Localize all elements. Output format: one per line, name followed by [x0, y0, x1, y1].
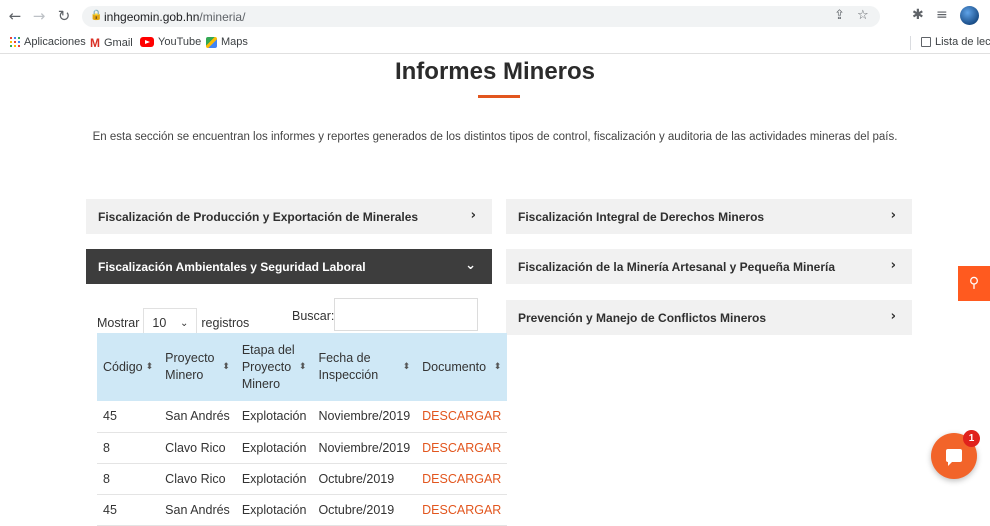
column-header-codigo[interactable]: Código ⬍ — [97, 333, 160, 401]
reading-list[interactable]: Lista de lectu — [921, 36, 990, 48]
sort-icon: ⬍ — [145, 361, 154, 372]
url-text: inhgeomin.gob.hn/mineria/ — [104, 10, 246, 24]
table-row: 8 Clavo Rico Explotación Octubre/2019 DE… — [97, 463, 508, 495]
download-link[interactable]: DESCARGAR — [422, 503, 501, 517]
forward-arrow-icon[interactable]: → — [30, 7, 48, 25]
apps-grid-icon — [10, 37, 20, 47]
search-label: Buscar: — [292, 309, 335, 323]
floating-search-button[interactable]: ⚲ — [958, 266, 990, 301]
bookmark-star-icon[interactable]: ☆ — [857, 8, 869, 23]
sort-icon: ⬍ — [402, 361, 411, 372]
bookmark-apps[interactable]: Aplicaciones — [10, 36, 86, 48]
inspections-table: Código ⬍ Proyecto Minero ⬍ Etapa del Proye… — [97, 333, 508, 526]
profile-avatar[interactable] — [960, 6, 979, 25]
intro-text: En esta sección se encuentran los inform… — [92, 131, 898, 143]
gmail-icon: M — [90, 36, 100, 50]
chevron-right-icon: › — [890, 208, 896, 223]
bookmark-gmail[interactable]: M Gmail — [90, 36, 133, 50]
chevron-down-icon: ⌄ — [465, 258, 476, 273]
download-link[interactable]: DESCARGAR — [422, 409, 501, 423]
column-header-proyecto[interactable]: Proyecto Minero ⬍ — [159, 333, 236, 401]
table-row: 8 Clavo Rico Explotación Noviembre/2019 … — [97, 432, 508, 464]
page-title: Informes Mineros — [394, 58, 596, 85]
accordion-produccion-exportacion[interactable]: Fiscalización de Producción y Exportació… — [86, 199, 492, 234]
bookmark-maps[interactable]: Maps — [206, 36, 248, 48]
chevron-right-icon: › — [470, 208, 476, 223]
accordion-mineria-artesanal[interactable]: Fiscalización de la Minería Artesanal y … — [506, 249, 912, 284]
chevron-down-icon: ⌄ — [179, 317, 189, 329]
media-queue-icon[interactable]: ≡ — [936, 7, 948, 23]
search-icon: ⚲ — [968, 275, 980, 291]
bookmark-youtube[interactable]: YouTube — [140, 36, 201, 48]
chevron-right-icon: › — [890, 258, 896, 273]
back-arrow-icon[interactable]: ← — [6, 7, 24, 25]
table-row: 45 San Andrés Explotación Noviembre/2019… — [97, 401, 508, 433]
column-header-documento[interactable]: Documento ⬍ — [416, 333, 508, 401]
extensions-puzzle-icon[interactable]: ✱ — [912, 7, 924, 23]
sort-icon: ⬍ — [222, 361, 230, 372]
chevron-right-icon: › — [890, 309, 896, 324]
address-bar[interactable]: 🔒 inhgeomin.gob.hn/mineria/ ⇪ ☆ — [82, 6, 880, 27]
reading-list-icon — [921, 37, 931, 47]
sort-icon: ⬍ — [298, 361, 307, 372]
share-icon[interactable]: ⇪ — [834, 8, 845, 23]
table-row: 45 San Andrés Explotación Octubre/2019 D… — [97, 494, 508, 526]
reload-icon[interactable]: ↻ — [55, 7, 73, 25]
accordion-derechos-mineros[interactable]: Fiscalización Integral de Derechos Miner… — [506, 199, 912, 234]
bookmarks-separator — [910, 36, 911, 50]
column-header-fecha[interactable]: Fecha de Inspección ⬍ — [312, 333, 417, 401]
maps-icon — [206, 36, 217, 48]
chat-notification-badge: 1 — [963, 430, 980, 447]
accordion-conflictos-mineros[interactable]: Prevención y Manejo de Conflictos Minero… — [506, 300, 912, 335]
sort-icon: ⬍ — [493, 361, 502, 372]
youtube-icon — [140, 37, 154, 47]
bookmarks-bar: Aplicaciones M Gmail YouTube Maps Lista … — [0, 32, 990, 54]
chat-bubble-icon — [946, 449, 962, 466]
download-link[interactable]: DESCARGAR — [422, 441, 501, 455]
lock-icon: 🔒 — [90, 10, 103, 21]
search-input[interactable] — [334, 298, 478, 331]
download-link[interactable]: DESCARGAR — [422, 472, 501, 486]
browser-toolbar: ← → ↻ 🔒 inhgeomin.gob.hn/mineria/ ⇪ ☆ ✱ … — [0, 0, 990, 32]
column-header-etapa[interactable]: Etapa del Proyecto Minero ⬍ — [235, 333, 313, 401]
title-underline — [478, 95, 520, 98]
accordion-ambientales-seguridad[interactable]: Fiscalización Ambientales y Seguridad La… — [86, 249, 492, 284]
